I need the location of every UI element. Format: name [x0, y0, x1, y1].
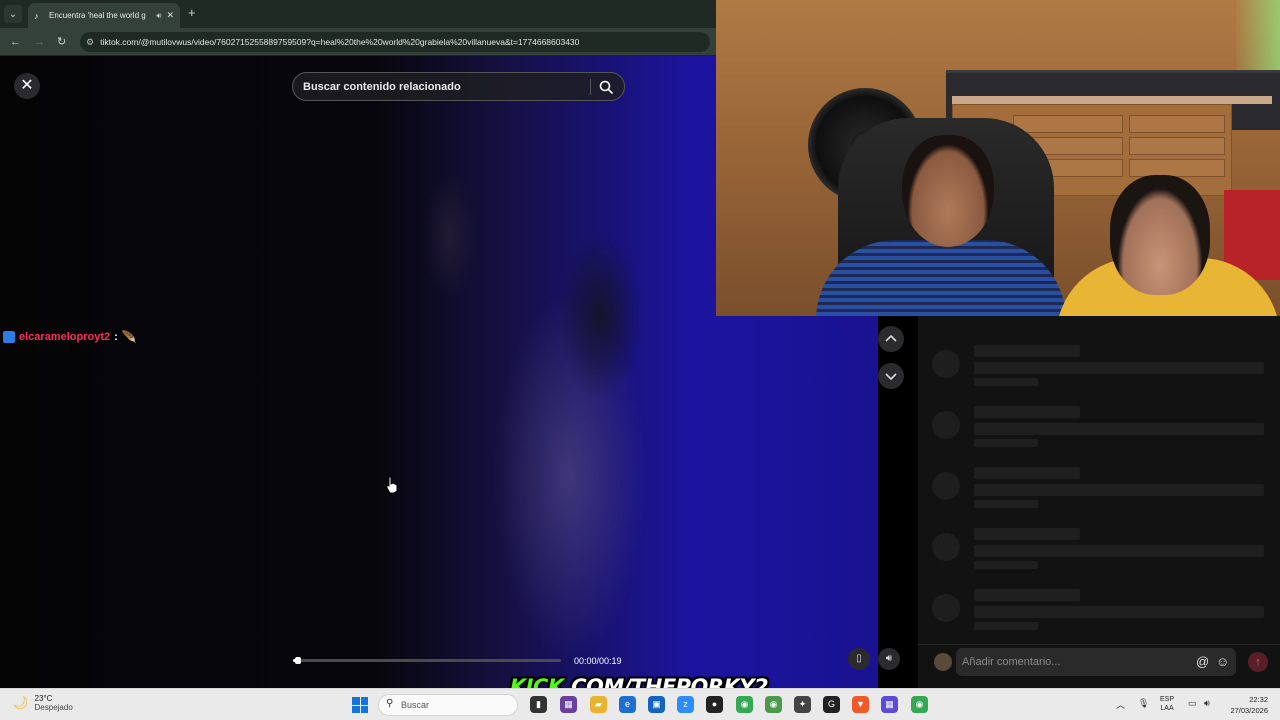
- volume-icon[interactable]: 🔊︎: [1204, 698, 1210, 709]
- volume-button[interactable]: 🔊︎: [878, 648, 900, 670]
- clock-time: 22:32: [1249, 695, 1268, 704]
- new-tab-button[interactable]: +: [188, 6, 196, 20]
- windows-start-icon[interactable]: [352, 697, 368, 713]
- screen: ⌄ ♪ Encuentra 'heal the world g 🔊︎ ✕ + ←…: [0, 0, 1280, 720]
- chevron-down-icon: [885, 373, 897, 381]
- site-info-icon[interactable]: ⚙: [86, 37, 94, 48]
- chat-separator: :: [114, 331, 118, 343]
- mention-icon[interactable]: @: [1196, 654, 1209, 670]
- keyboard-layout: LAA: [1160, 705, 1174, 712]
- search-icon: ⚲: [386, 698, 394, 709]
- app-icon[interactable]: ▦: [560, 696, 577, 713]
- language-code: ESP: [1160, 696, 1175, 703]
- comment-skeleton: [932, 467, 1264, 522]
- brave-icon[interactable]: ▼: [852, 696, 869, 713]
- chevron-up-icon: [885, 334, 897, 342]
- address-bar[interactable]: ⚙ tiktok.com/@mutilovwus/video/760271525…: [80, 32, 710, 52]
- comment-skeleton: [932, 528, 1264, 583]
- search-icon[interactable]: [598, 79, 614, 95]
- streamer-body: [816, 240, 1066, 316]
- tab-close-icon[interactable]: ✕: [166, 10, 174, 21]
- taskbar-search-label: Buscar: [401, 700, 430, 710]
- tiktok-icon: ♪: [34, 10, 39, 21]
- folder-icon[interactable]: ▰: [590, 696, 607, 713]
- windows-taskbar: 🌙︎ 23°C Despejado ⚲ Buscar ▮ ▦ ▰ e ▣ z ●…: [0, 688, 1280, 720]
- tab-search-button[interactable]: ⌄: [4, 5, 22, 23]
- shelf-ledge: [952, 96, 1272, 104]
- stream-chat-message: elcarameloproyt2 : 🪶: [3, 330, 137, 344]
- store-icon[interactable]: ▣: [648, 696, 665, 713]
- zoom-icon[interactable]: z: [677, 696, 694, 713]
- related-search-box[interactable]: [292, 72, 625, 101]
- url-text: tiktok.com/@mutilovwus/video/76027152558…: [100, 37, 580, 47]
- hand-cursor-icon: [386, 476, 398, 494]
- send-comment-button[interactable]: ↑: [1248, 652, 1268, 672]
- close-viewer-button[interactable]: ✕: [14, 73, 40, 99]
- user-badge-icon: [3, 331, 15, 343]
- arrow-up-icon: ↑: [1255, 656, 1261, 668]
- taskbar-search[interactable]: ⚲ Buscar: [378, 694, 518, 716]
- related-search-input[interactable]: [303, 79, 583, 95]
- moon-icon: 🌙︎: [12, 695, 29, 710]
- previous-video-button[interactable]: [878, 326, 904, 352]
- feather-emote-icon: 🪶: [121, 330, 137, 344]
- capcut-icon[interactable]: G: [823, 696, 840, 713]
- video-progress-bar[interactable]: [293, 657, 561, 664]
- network-icon[interactable]: ▭: [1188, 698, 1197, 709]
- language-indicator[interactable]: ESP LAA: [1160, 695, 1174, 713]
- chrome-icon[interactable]: ◉: [736, 696, 753, 713]
- clock-date: 27/03/2026: [1230, 706, 1268, 715]
- calculator-icon[interactable]: ▦: [881, 696, 898, 713]
- next-video-button[interactable]: [878, 363, 904, 389]
- search-separator: [590, 79, 591, 95]
- comment-field[interactable]: @ ☺: [956, 648, 1236, 676]
- video-time: 00:00/00:19: [574, 656, 622, 666]
- speaker-icon: 🔊︎: [885, 653, 893, 664]
- app-icon[interactable]: ✦: [794, 696, 811, 713]
- weather-condition: Despejado: [34, 703, 73, 712]
- browser-tab-bar: ⌄ ♪ Encuentra 'heal the world g 🔊︎ ✕ +: [0, 0, 716, 28]
- comment-input[interactable]: [962, 654, 1187, 670]
- tab-title: Encuentra 'heal the world g: [49, 11, 146, 20]
- emoji-icon[interactable]: ☺: [1216, 654, 1229, 670]
- streamer-head: [902, 135, 994, 247]
- back-icon[interactable]: ←: [10, 35, 21, 49]
- comment-skeleton: [932, 406, 1264, 461]
- comment-skeleton: [932, 345, 1264, 400]
- system-clock[interactable]: 22:32 27/03/2026: [1222, 694, 1268, 716]
- comment-composer: @ ☺ ↑: [918, 644, 1280, 688]
- speaker-icon[interactable]: 🔊︎: [156, 11, 161, 21]
- reload-icon[interactable]: ↻: [57, 35, 66, 49]
- chrome-active-icon[interactable]: ◉: [911, 696, 928, 713]
- forward-icon[interactable]: →: [34, 35, 45, 49]
- tray-overflow-icon[interactable]: ︿: [1116, 698, 1125, 711]
- chat-username: elcarameloproyt2: [19, 331, 111, 343]
- file-explorer-icon[interactable]: ▮: [530, 696, 547, 713]
- edge-icon[interactable]: e: [619, 696, 636, 713]
- microphone-icon[interactable]: 🎙︎: [1138, 698, 1149, 709]
- mini-player-icon: ▯: [856, 653, 862, 664]
- weather-temp: 23°C: [34, 694, 53, 703]
- chrome-profile-icon[interactable]: ◉: [765, 696, 782, 713]
- weather-widget[interactable]: 🌙︎ 23°C Despejado: [12, 694, 73, 712]
- comment-skeleton: [932, 589, 1264, 644]
- mini-player-button[interactable]: ▯: [848, 648, 870, 670]
- obs-icon[interactable]: ●: [706, 696, 723, 713]
- comments-panel: [918, 316, 1280, 688]
- progress-handle[interactable]: [295, 657, 302, 664]
- webcam-overlay: [716, 0, 1280, 316]
- browser-tab[interactable]: ♪ Encuentra 'heal the world g 🔊︎ ✕: [28, 3, 180, 28]
- guest-head: [1110, 175, 1210, 295]
- browser-toolbar: ← → ↻ ⚙ tiktok.com/@mutilovwus/video/760…: [0, 28, 716, 56]
- avatar: [934, 653, 952, 671]
